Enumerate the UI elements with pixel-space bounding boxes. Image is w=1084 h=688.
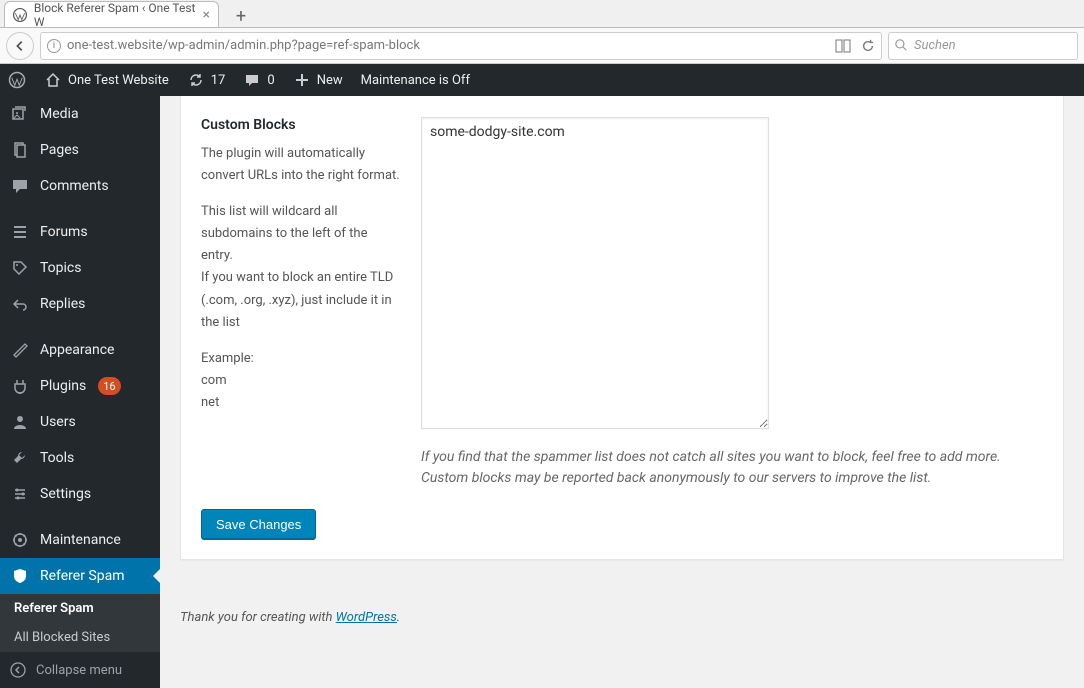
sidebar-label: Settings	[40, 486, 91, 502]
submenu-item-all-blocked[interactable]: All Blocked Sites	[0, 623, 160, 652]
footer-period: .	[397, 610, 400, 625]
browser-tab[interactable]: Block Referer Spam ‹ One Test W ×	[4, 1, 219, 27]
example-1: com	[201, 373, 227, 388]
new-link[interactable]: New	[293, 71, 343, 89]
sidebar-label: Users	[40, 414, 76, 430]
plugins-icon	[10, 376, 30, 396]
maintenance-link[interactable]: Maintenance is Off	[361, 73, 470, 88]
example-label: Example:	[201, 351, 254, 366]
updates-count: 17	[211, 73, 226, 88]
comments-link[interactable]: 0	[243, 71, 274, 89]
topics-icon	[10, 258, 30, 278]
wp-logo[interactable]	[8, 71, 26, 89]
url-bar[interactable]: i one-test.website/wp-admin/admin.php?pa…	[40, 32, 882, 60]
search-placeholder: Suchen	[914, 38, 956, 53]
sidebar-item-comments[interactable]: Comments	[0, 168, 160, 204]
custom-blocks-heading: Custom Blocks	[201, 117, 401, 133]
sidebar-item-appearance[interactable]: Appearance	[0, 332, 160, 368]
sidebar-item-replies[interactable]: Replies	[0, 286, 160, 322]
settings-icon	[10, 484, 30, 504]
update-icon	[187, 71, 205, 89]
sidebar-label: Maintenance	[40, 532, 121, 548]
admin-sidebar: Media Pages Comments Forums Topics Repli…	[0, 96, 160, 688]
sidebar-label: Pages	[40, 142, 79, 158]
desc-text-1: The plugin will automatically convert UR…	[201, 143, 401, 187]
wordpress-icon	[8, 71, 26, 89]
collapse-menu[interactable]: Collapse menu	[0, 652, 160, 688]
wordpress-link[interactable]: WordPress	[336, 610, 397, 625]
wp-footer: Thank you for creating with WordPress.	[160, 588, 1084, 635]
reader-icon[interactable]	[835, 39, 851, 53]
site-name-link[interactable]: One Test Website	[44, 71, 169, 89]
new-label: New	[317, 73, 343, 88]
browser-toolbar: i one-test.website/wp-admin/admin.php?pa…	[0, 28, 1084, 64]
reload-icon[interactable]	[861, 39, 875, 53]
content-area: Custom Blocks The plugin will automatica…	[160, 96, 1084, 688]
new-tab-button[interactable]: +	[227, 5, 255, 27]
sidebar-item-media[interactable]: Media	[0, 96, 160, 132]
footer-text: Thank you for creating with	[180, 610, 336, 625]
browser-search[interactable]: Suchen	[888, 32, 1078, 60]
info-icon[interactable]: i	[47, 39, 61, 53]
sidebar-item-users[interactable]: Users	[0, 404, 160, 440]
sidebar-item-maintenance[interactable]: Maintenance	[0, 522, 160, 558]
sidebar-label: Comments	[40, 178, 109, 194]
tab-title: Block Referer Spam ‹ One Test W	[34, 1, 197, 29]
back-button[interactable]	[6, 32, 34, 60]
url-text: one-test.website/wp-admin/admin.php?page…	[67, 38, 420, 53]
plugins-badge: 16	[98, 377, 120, 395]
comments-count: 0	[267, 73, 274, 88]
collapse-label: Collapse menu	[36, 663, 122, 678]
sidebar-label: Plugins	[40, 378, 86, 394]
search-icon	[895, 39, 908, 52]
wp-adminbar: One Test Website 17 0 New Maintenance is…	[0, 64, 1084, 96]
sidebar-item-referer-spam[interactable]: Referer Spam	[0, 558, 160, 594]
shield-icon	[10, 566, 30, 586]
pages-icon	[10, 140, 30, 160]
sidebar-label: Forums	[40, 224, 88, 240]
sidebar-label: Tools	[40, 450, 74, 466]
sidebar-item-pages[interactable]: Pages	[0, 132, 160, 168]
form-description: Custom Blocks The plugin will automatica…	[201, 117, 401, 489]
home-icon	[44, 71, 62, 89]
browser-tab-strip: Block Referer Spam ‹ One Test W × +	[0, 0, 1084, 28]
settings-panel: Custom Blocks The plugin will automatica…	[180, 96, 1064, 560]
hint-text: If you find that the spammer list does n…	[421, 447, 1029, 489]
comment-icon	[10, 176, 30, 196]
maintenance-icon	[10, 530, 30, 550]
site-name: One Test Website	[68, 73, 169, 88]
example-2: net	[201, 395, 219, 410]
tools-icon	[10, 448, 30, 468]
submenu-item-referer-spam[interactable]: Referer Spam	[0, 594, 160, 623]
plus-icon	[293, 71, 311, 89]
sidebar-label: Replies	[40, 296, 85, 312]
sidebar-label: Appearance	[40, 342, 114, 358]
close-icon[interactable]: ×	[203, 7, 210, 23]
sidebar-label: Media	[40, 106, 79, 122]
replies-icon	[10, 294, 30, 314]
collapse-icon	[10, 662, 26, 678]
forums-icon	[10, 222, 30, 242]
save-changes-button[interactable]: Save Changes	[201, 509, 316, 539]
sidebar-label: Topics	[40, 260, 81, 276]
sidebar-item-forums[interactable]: Forums	[0, 214, 160, 250]
sidebar-item-tools[interactable]: Tools	[0, 440, 160, 476]
appearance-icon	[10, 340, 30, 360]
desc-text-2: This list will wildcard all subdomains t…	[201, 201, 401, 334]
maintenance-label: Maintenance is Off	[361, 73, 470, 88]
sidebar-item-settings[interactable]: Settings	[0, 476, 160, 512]
wordpress-icon	[13, 7, 28, 23]
custom-blocks-textarea[interactable]	[421, 117, 769, 429]
example-block: Example: com net	[201, 348, 401, 414]
sidebar-label: Referer Spam	[40, 568, 125, 584]
updates-link[interactable]: 17	[187, 71, 226, 89]
sidebar-item-plugins[interactable]: Plugins 16	[0, 368, 160, 404]
comment-icon	[243, 71, 261, 89]
sidebar-submenu: Referer Spam All Blocked Sites	[0, 594, 160, 652]
sidebar-item-topics[interactable]: Topics	[0, 250, 160, 286]
media-icon	[10, 104, 30, 124]
users-icon	[10, 412, 30, 432]
